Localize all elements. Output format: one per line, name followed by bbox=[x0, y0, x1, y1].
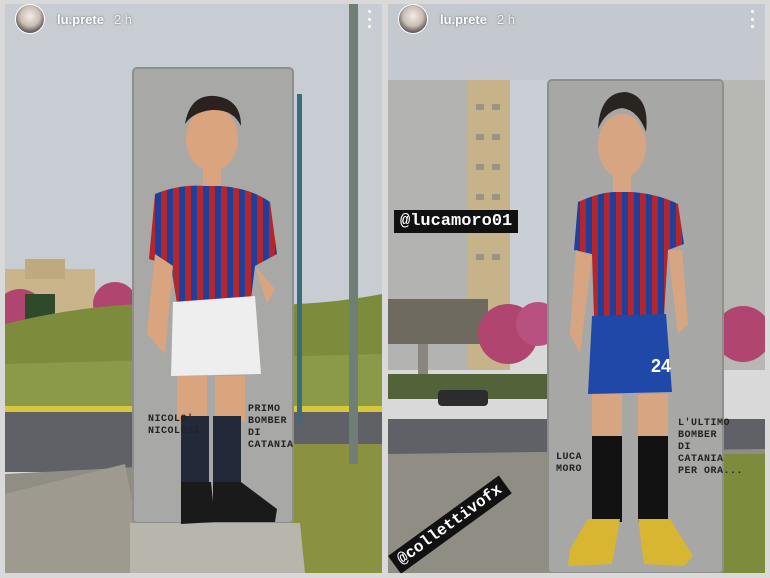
story-username[interactable]: lu.prete bbox=[440, 12, 487, 27]
story-username[interactable]: lu.prete bbox=[57, 12, 104, 27]
right-caption-player-name: LUCA MORO bbox=[556, 452, 583, 475]
left-scene-image bbox=[5, 4, 382, 573]
left-story-header: lu.prete 2 h bbox=[5, 4, 382, 34]
right-story-header: lu.prete 2 h bbox=[388, 4, 765, 34]
jersey-number: 24 bbox=[651, 356, 672, 376]
profile-avatar-icon[interactable] bbox=[15, 4, 45, 34]
right-caption-title: L'ULTIMO BOMBER DI CATANIA PER ORA... bbox=[678, 418, 744, 477]
more-options-icon[interactable] bbox=[749, 10, 755, 28]
mention-tag-lucamoro[interactable]: @lucamoro01 bbox=[394, 210, 519, 233]
right-story-panel: LUCA MORO L'ULTIMO BOMBER DI CATANIA PER… bbox=[388, 4, 765, 573]
story-timestamp: 2 h bbox=[496, 11, 516, 27]
right-scene-image bbox=[388, 4, 765, 573]
left-caption-player-name: NICOLO' NICOLOSI bbox=[148, 414, 201, 437]
profile-avatar-icon[interactable] bbox=[398, 4, 428, 34]
more-options-icon[interactable] bbox=[366, 10, 372, 28]
left-caption-title: PRIMO BOMBER DI CATANIA bbox=[248, 404, 294, 451]
story-timestamp: 2 h bbox=[113, 11, 133, 27]
left-story-panel: NICOLO' NICOLOSI PRIMO BOMBER DI CATANIA… bbox=[5, 4, 382, 573]
